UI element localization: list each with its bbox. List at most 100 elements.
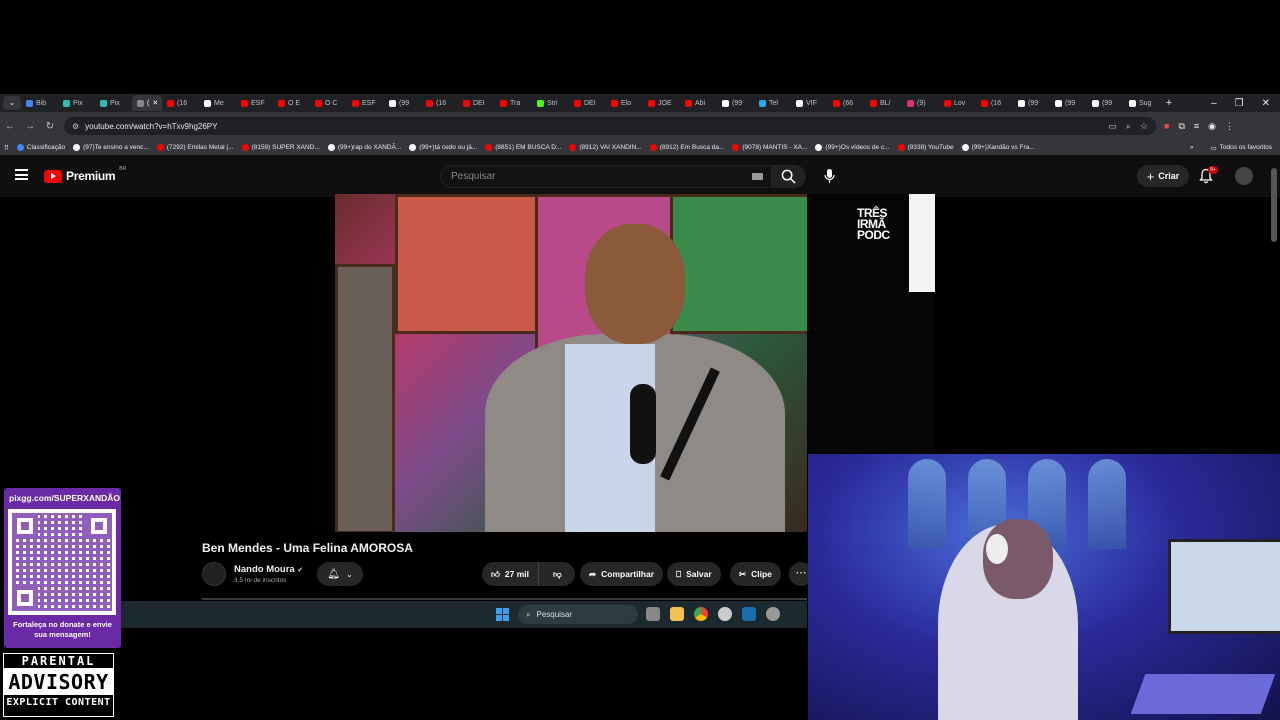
windows-start-icon[interactable]	[496, 608, 509, 621]
keyboard-icon[interactable]	[752, 173, 763, 180]
browser-tab[interactable]: ESF	[236, 95, 273, 111]
browser-tab[interactable]: Me	[199, 95, 236, 111]
browser-tab[interactable]: Elo	[606, 95, 643, 111]
extension-icon[interactable]: ■	[1164, 121, 1169, 132]
chevron-down-icon: ⌄	[346, 569, 353, 579]
apps-icon[interactable]: ⠿	[0, 144, 13, 152]
close-window-icon[interactable]: ✕	[1262, 98, 1270, 109]
steam-icon[interactable]	[742, 607, 756, 621]
extensions-puzzle-icon[interactable]: ⧉	[1178, 121, 1184, 132]
browser-tab[interactable]: O C	[310, 95, 347, 111]
tab-list: Bib Pix Pix (✕ (16 Me ESF O E O C ESF (99 (16 DEI Tra…	[21, 95, 1161, 111]
browser-tab[interactable]: (16	[421, 95, 458, 111]
headphones	[986, 534, 1008, 564]
browser-tab[interactable]: Pix	[95, 95, 132, 111]
browser-tab[interactable]: Abi	[680, 95, 717, 111]
tab-label: Tel	[769, 99, 778, 107]
browser-tab[interactable]: (99	[717, 95, 754, 111]
tab-search-button[interactable]: ⌄	[3, 96, 21, 110]
browser-tab[interactable]: (66	[828, 95, 865, 111]
browser-tab[interactable]: Pix	[58, 95, 95, 111]
browser-tab[interactable]: DEI	[569, 95, 606, 111]
maximize-icon[interactable]: ❐	[1235, 98, 1244, 109]
video-player[interactable]	[335, 194, 807, 532]
search-button[interactable]	[772, 165, 806, 188]
search-input[interactable]: Pesquisar	[440, 165, 772, 188]
bookmark-item[interactable]: (9338) YouTube	[894, 144, 958, 151]
create-button[interactable]: + Criar	[1137, 165, 1189, 187]
settings-gear-icon[interactable]	[766, 607, 780, 621]
media-icon[interactable]: ≡	[1194, 121, 1199, 132]
clip-button[interactable]: ✂ Clipe	[730, 562, 781, 586]
browser-tab[interactable]: Lov	[939, 95, 976, 111]
minimize-icon[interactable]: –	[1211, 98, 1217, 109]
task-view-icon[interactable]	[646, 607, 660, 621]
like-button[interactable]: 👍︎ 27 mil	[482, 562, 539, 586]
close-tab-icon[interactable]: ✕	[152, 99, 158, 107]
browser-tab[interactable]: Bib	[21, 95, 58, 111]
browser-tab[interactable]: Sug	[1124, 95, 1161, 111]
bookmark-item[interactable]: (99+)Xandão vs Fra...	[958, 144, 1039, 151]
tab-label: BL/	[880, 99, 891, 107]
browser-tab[interactable]: (9)	[902, 95, 939, 111]
forward-icon[interactable]: →	[20, 121, 40, 132]
subscribed-notifications-button[interactable]: 🔔︎ ⌄	[317, 562, 363, 586]
voice-search-button[interactable]	[817, 165, 842, 188]
tab-favicon-icon	[907, 99, 914, 107]
zoom-icon[interactable]: ⌕	[1126, 121, 1131, 132]
browser-tab[interactable]: VIF	[791, 95, 828, 111]
browser-tab[interactable]: (99	[1013, 95, 1050, 111]
channel-avatar[interactable]	[202, 562, 226, 586]
bookmark-item[interactable]: (7292) Emilas Metal |...	[153, 144, 238, 151]
all-bookmarks[interactable]: » ▭ Todos os favoritos	[1190, 144, 1280, 152]
browser-tab[interactable]: JOE	[643, 95, 680, 111]
channel-name[interactable]: Nando Moura ✔	[234, 564, 303, 575]
bookmark-label: (9078) MANTIS - XA...	[742, 144, 808, 151]
browser-tab[interactable]: (99	[1087, 95, 1124, 111]
browser-tab[interactable]: O E	[273, 95, 310, 111]
browser-tab[interactable]: (16	[162, 95, 199, 111]
bookmark-item[interactable]: (8912) VAI XANDIN...	[565, 144, 645, 151]
browser-tab[interactable]: Stri	[532, 95, 569, 111]
menu-icon[interactable]: ⋮	[1225, 121, 1234, 132]
browser-tab[interactable]: (99	[1050, 95, 1087, 111]
bookmark-item[interactable]: (97)Te ensino a venc...	[69, 144, 153, 151]
bookmark-item[interactable]: Classificação	[13, 144, 69, 151]
address-bar[interactable]: ⚙ youtube.com/watch?v=hTxv9hg26PY ▭ ⌕ ☆	[64, 117, 1156, 135]
profile-icon[interactable]: ◉	[1208, 121, 1216, 132]
browser-tab[interactable]: (16	[976, 95, 1013, 111]
browser-tab[interactable]: Tra	[495, 95, 532, 111]
youtube-logo[interactable]: Premium BR	[44, 166, 126, 183]
bookmark-item[interactable]: (99+)Os vídeos de c...	[811, 144, 893, 151]
browser-tab[interactable]: ESF	[347, 95, 384, 111]
new-tab-button[interactable]: +	[1161, 97, 1177, 109]
dislike-button[interactable]: 👎︎	[544, 569, 571, 580]
tab-label: (16	[991, 99, 1002, 107]
bookmark-item[interactable]: (9078) MANTIS - XA...	[728, 144, 811, 151]
chrome-icon[interactable]	[694, 607, 708, 621]
menu-hamburger-icon[interactable]	[15, 169, 28, 180]
browser-tab[interactable]: Tel	[754, 95, 791, 111]
app-icon[interactable]	[718, 607, 732, 621]
browser-tab[interactable]: BL/	[865, 95, 902, 111]
file-explorer-icon[interactable]	[670, 607, 684, 621]
cast-icon[interactable]: ▭	[1108, 121, 1117, 132]
site-info-icon[interactable]: ⚙	[72, 122, 79, 131]
bookmark-item[interactable]: (99+)rap do XANDÃ...	[324, 144, 405, 151]
bookmark-item[interactable]: (8851) EM BUSCA D...	[481, 144, 565, 151]
account-avatar[interactable]	[1235, 167, 1253, 185]
tab-favicon-icon	[611, 99, 618, 107]
browser-tab[interactable]: (99	[384, 95, 421, 111]
bookmark-star-icon[interactable]: ☆	[1140, 121, 1148, 132]
browser-tab[interactable]: DEI	[458, 95, 495, 111]
share-button[interactable]: ➦ Compartilhar	[580, 562, 664, 586]
taskbar-search-input[interactable]: ⌕ Pesquisar	[518, 605, 638, 624]
scrollbar-thumb[interactable]	[1271, 168, 1277, 242]
browser-tab[interactable]: (✕	[132, 95, 162, 111]
bookmark-item[interactable]: (99+)tá cedo ou já...	[405, 144, 481, 151]
bookmark-item[interactable]: (8159) SUPER XAND...	[238, 144, 324, 151]
reload-icon[interactable]: ↻	[40, 121, 60, 132]
save-button[interactable]: ⎕ Salvar	[667, 562, 721, 586]
back-icon[interactable]: ←	[0, 121, 20, 132]
bookmark-item[interactable]: (8912) Em Busca da...	[646, 144, 729, 151]
